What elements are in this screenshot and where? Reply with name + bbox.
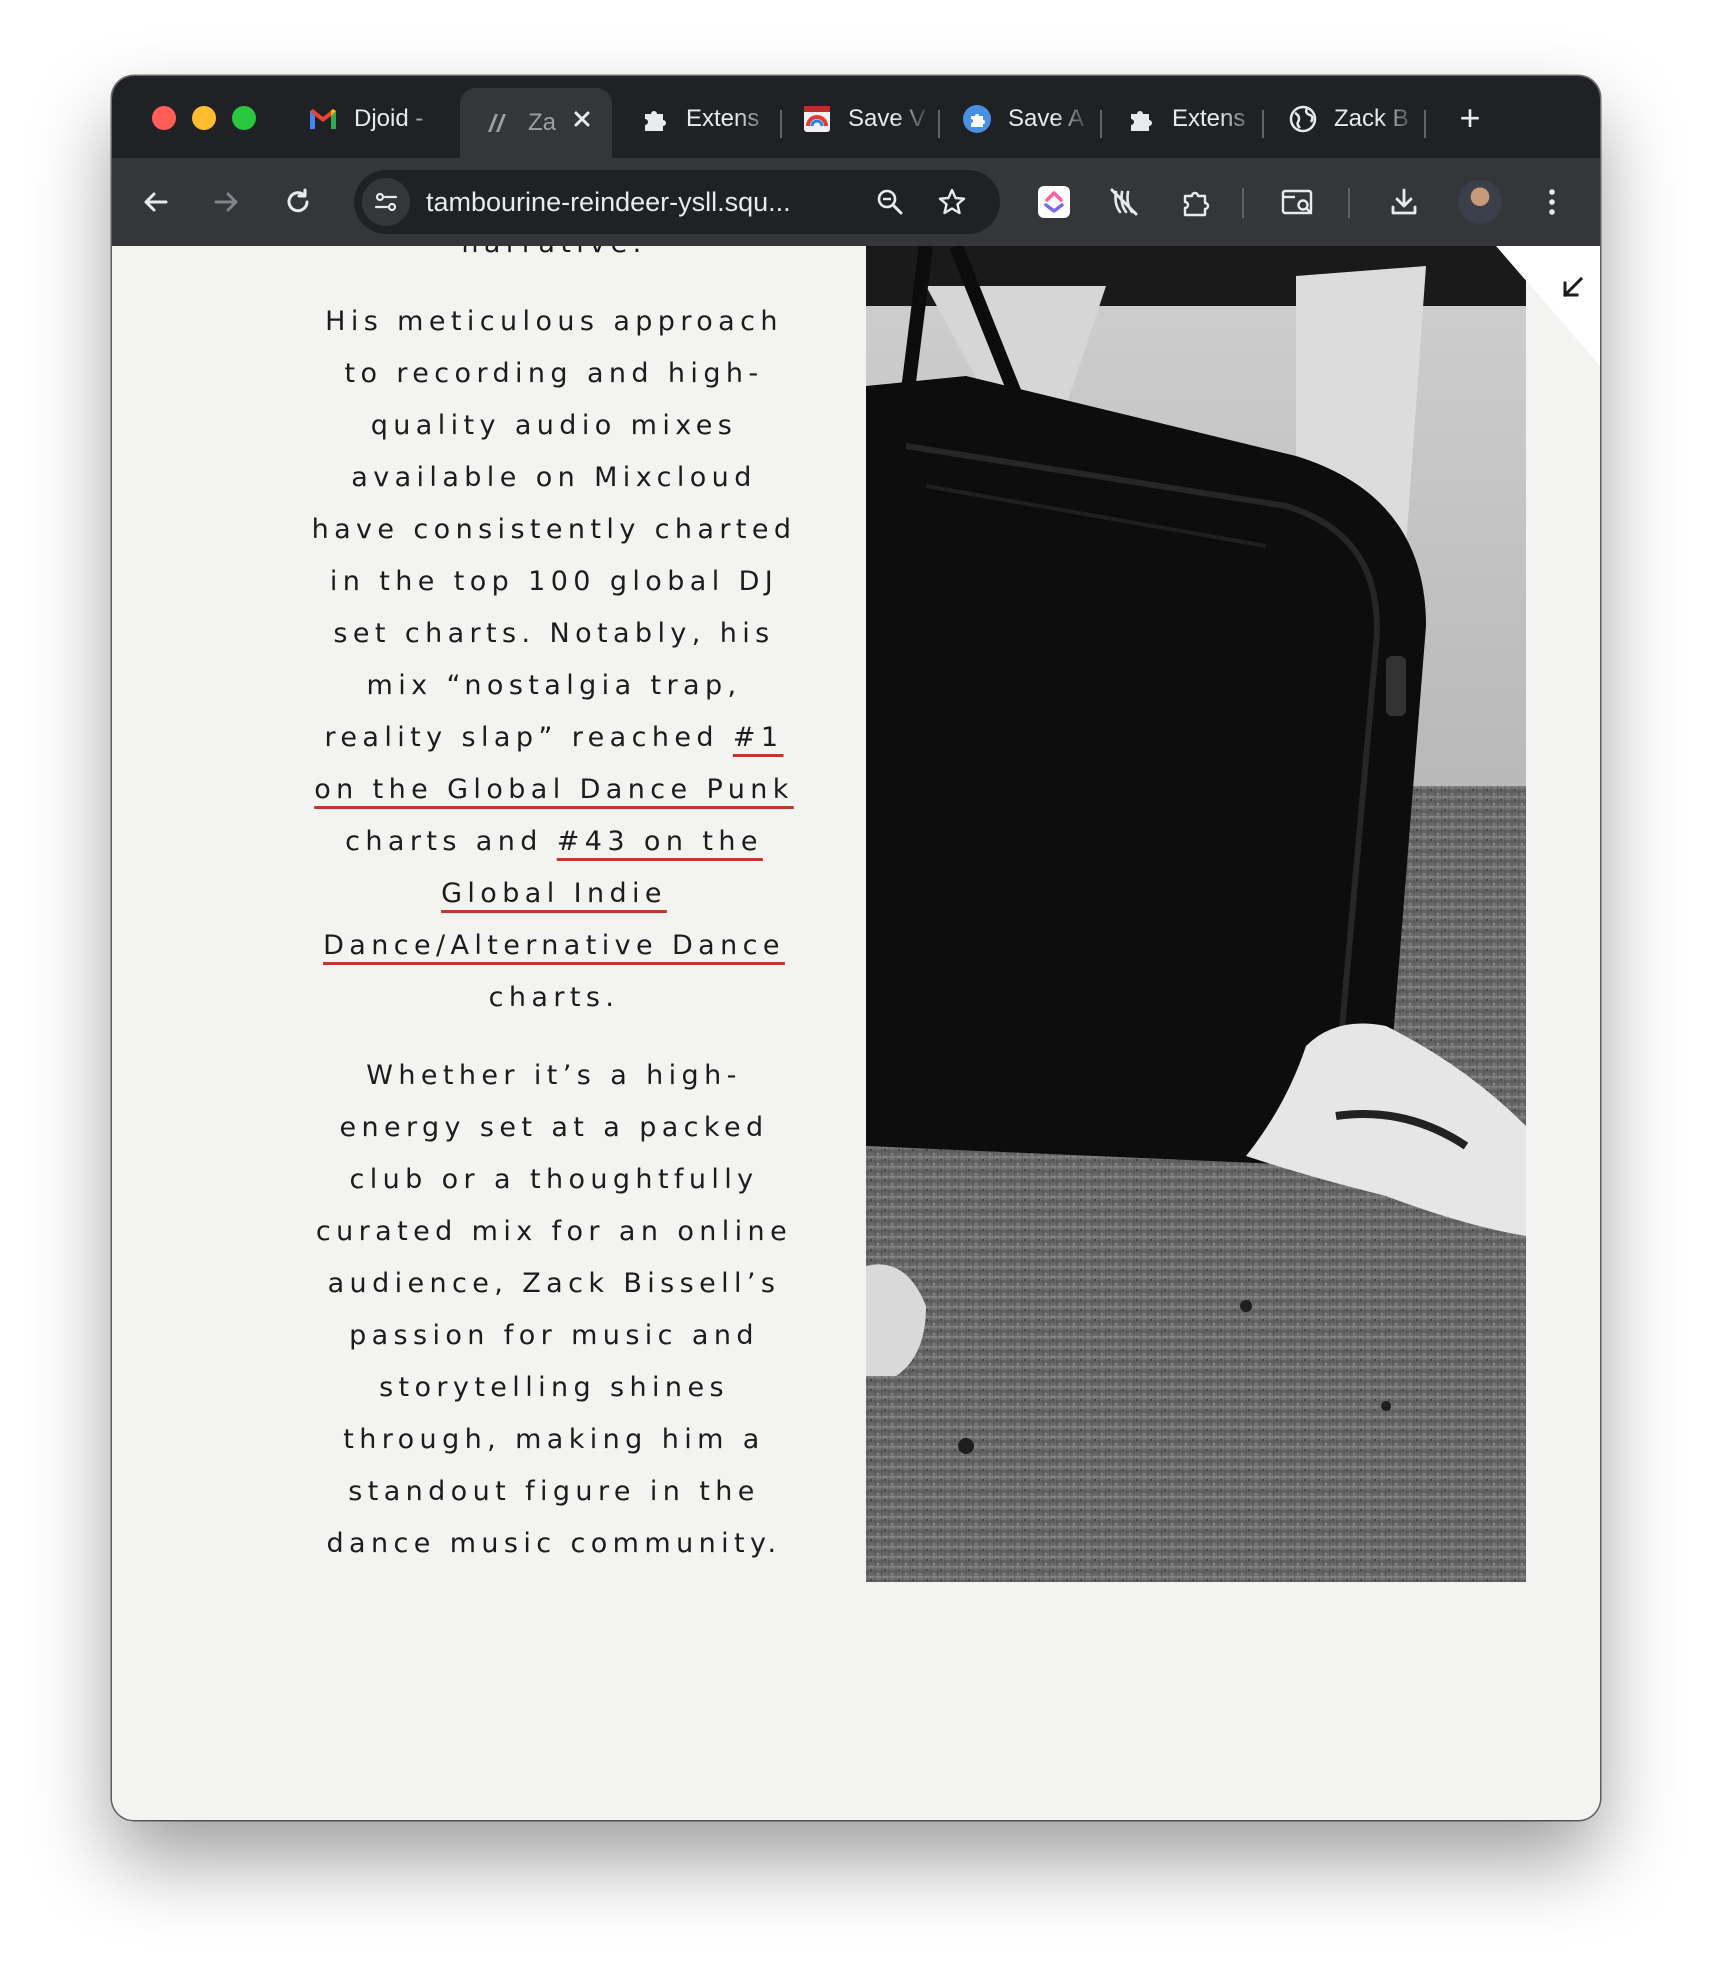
save-extension-icon [802,104,832,134]
site-info-icon[interactable] [362,178,410,226]
tab-save-a[interactable]: Save A [962,88,1092,150]
puzzle-icon [1126,104,1156,134]
maximize-window-button[interactable] [232,106,256,130]
reload-icon[interactable] [276,180,320,224]
tab-title: Extens [1172,105,1246,132]
no-track-icon[interactable] [1102,180,1146,224]
tab-extensions-1[interactable]: Extens [640,88,776,150]
squarespace-icon [482,108,512,138]
tab-title: Za [528,109,557,136]
close-tab-icon[interactable] [568,105,596,133]
globe-icon [1288,104,1318,134]
paragraph-text: charts. [488,982,620,1013]
menu-icon[interactable] [1530,180,1574,224]
gmail-icon [308,104,338,134]
tab-separator [1100,110,1102,138]
address-bar[interactable]: tambourine-reindeer-ysll.squ... [354,170,1000,234]
tab-separator [1262,110,1264,138]
download-icon[interactable] [1382,180,1426,224]
bookmark-star-icon[interactable] [930,180,974,224]
paragraph-tail: narrative. [304,246,804,270]
clickup-icon[interactable] [1032,180,1076,224]
tab-title: Extens [686,105,760,132]
dj-photo [866,246,1526,1582]
puzzle-icon [640,104,670,134]
tab-strip: Djoid - Za Extens Save V Save A Extens Z… [112,76,1600,158]
zoom-icon[interactable] [868,180,912,224]
tab-zack-b[interactable]: Zack B [1288,88,1418,150]
paragraph-charts: His meticulous approach to recording and… [304,296,804,1024]
tab-separator [780,110,782,138]
tab-gmail[interactable]: Djoid - [308,88,448,150]
profile-avatar[interactable] [1458,180,1502,224]
back-icon[interactable] [134,180,178,224]
page-content: narrative. His meticulous approach to re… [112,246,1600,1820]
bio-text-column: narrative. His meticulous approach to re… [304,246,804,1596]
toolbar-separator [1348,188,1350,218]
tab-separator [1424,110,1426,138]
toolbar-separator [1242,188,1244,218]
tab-title: Zack B [1334,105,1409,132]
paragraph-text: narrative. [461,246,646,259]
paragraph-text: His meticulous approach to recording and… [311,306,797,753]
browser-window: Djoid - Za Extens Save V Save A Extens Z… [112,76,1600,1820]
tab-title: Djoid - [354,105,424,132]
paragraph-closing: Whether it’s a high-energy set at a pack… [304,1050,804,1570]
blue-puzzle-icon [962,104,992,134]
browser-toolbar: tambourine-reindeer-ysll.squ... [112,158,1600,246]
tab-title: Save V [848,105,926,132]
close-window-button[interactable] [152,106,176,130]
tab-separator [938,110,940,138]
collapse-arrow-icon[interactable] [1552,268,1592,308]
tab-active-zack[interactable]: Za [460,88,612,158]
tab-extensions-2[interactable]: Extens [1126,88,1260,150]
extensions-icon[interactable] [1174,180,1218,224]
paragraph-text: Whether it’s a high-energy set at a pack… [315,1060,793,1559]
paragraph-text: charts and [345,826,557,857]
tab-save-v[interactable]: Save V [802,88,932,150]
minimize-window-button[interactable] [192,106,216,130]
new-tab-button[interactable]: + [1450,98,1490,138]
forward-icon[interactable] [204,180,248,224]
tab-search-icon[interactable] [1276,180,1320,224]
tab-title: Save A [1008,105,1085,132]
url-text[interactable]: tambourine-reindeer-ysll.squ... [426,170,846,234]
